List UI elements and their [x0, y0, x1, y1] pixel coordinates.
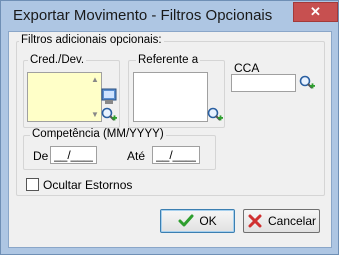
cancel-button-label: Cancelar: [267, 214, 317, 228]
close-icon: ✕: [310, 4, 321, 19]
window-title: Exportar Movimento - Filtros Opcionais: [13, 7, 273, 24]
cred-dev-label: Cred./Dev.: [28, 54, 87, 66]
ok-button-label: OK: [199, 214, 217, 228]
dialog-body: Filtros adicionais opcionais: Cred./Dev.…: [8, 31, 332, 248]
cross-icon: [248, 214, 262, 228]
de-label: De: [33, 149, 49, 163]
cca-input[interactable]: [231, 74, 296, 92]
grid-lookup-icon[interactable]: [100, 88, 118, 106]
ocultar-estornos-checkbox[interactable]: [26, 178, 39, 191]
search-add-icon[interactable]: [298, 74, 316, 92]
ate-input[interactable]: [152, 146, 200, 164]
dialog-window: Exportar Movimento - Filtros Opcionais ✕…: [0, 0, 339, 255]
cred-dev-list[interactable]: ▲ ▼: [27, 72, 102, 122]
ok-button[interactable]: OK: [160, 209, 235, 233]
scroll-down-icon[interactable]: ▼: [90, 110, 100, 119]
search-add-icon[interactable]: [100, 106, 118, 124]
title-bar[interactable]: Exportar Movimento - Filtros Opcionais ✕: [1, 1, 338, 33]
ocultar-estornos-label[interactable]: Ocultar Estornos: [43, 178, 132, 192]
search-add-icon[interactable]: [206, 106, 224, 124]
cancel-button[interactable]: Cancelar: [243, 209, 320, 233]
scroll-up-icon[interactable]: ▲: [90, 75, 100, 84]
de-input[interactable]: [50, 146, 97, 164]
filters-group-label: Filtros adicionais opcionais:: [19, 34, 164, 46]
ate-label: Até: [127, 149, 146, 163]
cca-label: CCA: [234, 61, 260, 75]
checkmark-icon: [178, 214, 194, 227]
referente-list[interactable]: [133, 72, 208, 122]
referente-label: Referente a: [136, 54, 201, 66]
close-button[interactable]: ✕: [293, 2, 338, 22]
competencia-label: Competência (MM/YYYY): [30, 128, 166, 140]
